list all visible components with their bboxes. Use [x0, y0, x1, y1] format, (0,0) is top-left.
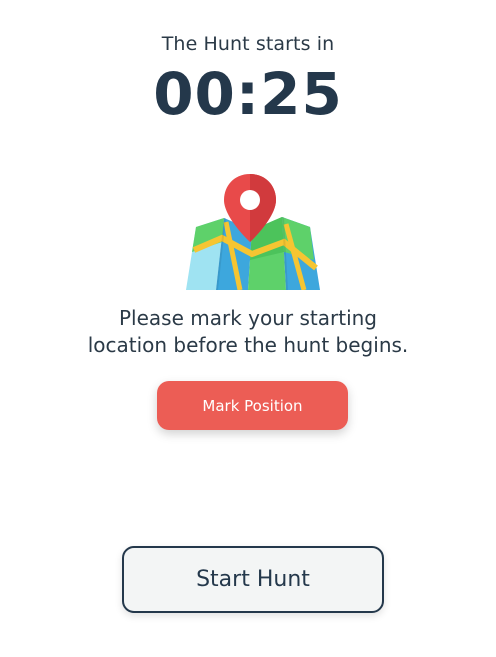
instruction-text: Please mark your starting location befor… — [40, 305, 456, 359]
hunt-start-screen: The Hunt starts in 00:25 Please mark you… — [0, 0, 496, 657]
start-hunt-button[interactable]: Start Hunt — [122, 546, 384, 613]
map-pin-icon — [186, 174, 320, 290]
instruction-line-1: Please mark your starting — [119, 306, 377, 330]
mark-position-button[interactable]: Mark Position — [157, 381, 348, 430]
countdown-label: The Hunt starts in — [161, 33, 335, 55]
instruction-line-2: location before the hunt begins. — [87, 333, 409, 357]
countdown-timer: 00:25 — [153, 60, 343, 128]
